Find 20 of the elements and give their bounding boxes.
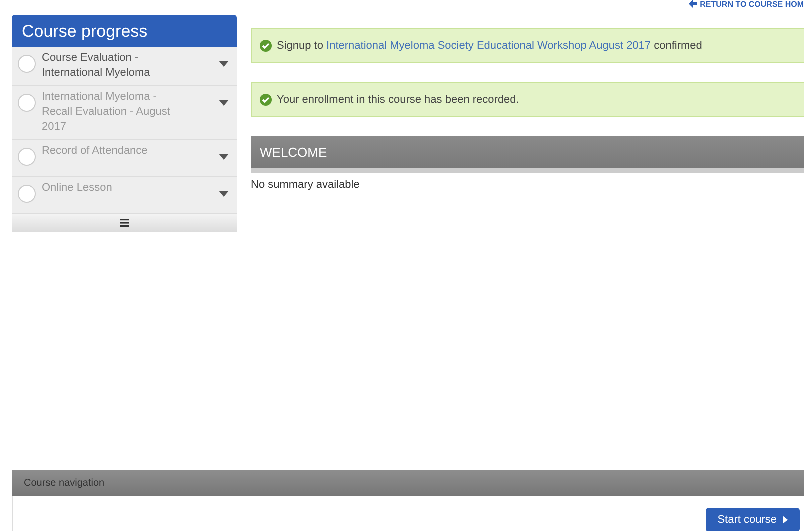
return-link[interactable]: RETURN TO COURSE HOM [689,0,804,9]
check-circle-icon [260,40,272,52]
navigation-header: Course navigation [12,470,804,496]
caret-icon [219,191,229,197]
welcome-header: WELCOME [251,136,804,173]
caret-icon [219,154,229,160]
check-circle-icon [260,94,272,106]
workshop-link[interactable]: International Myeloma Society Educational Workshop August 2017 [326,40,652,52]
alert-message: Signup to International Myeloma Society Educational Workshop August 2017 confirmed [277,40,702,52]
caret-icon [219,100,229,106]
menu-button[interactable] [12,214,237,232]
sidebar-title: Course progress [12,15,237,47]
menu-icon [120,219,129,227]
caret-icon [783,516,788,524]
summary-text: No summary available [251,179,361,191]
arrow-left-icon [689,0,698,8]
alert-message: Your enrollment in this course has been recorded. [277,94,520,106]
start-course-button[interactable]: Start course [706,508,800,531]
course-progress-item[interactable]: Course Evaluation - International Myeloma [12,47,237,86]
caret-icon [219,61,229,67]
